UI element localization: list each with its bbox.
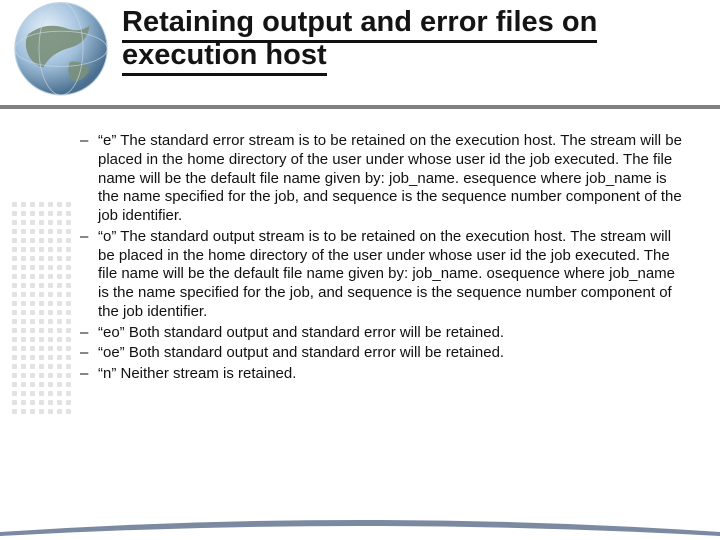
list-item: – “n” Neither stream is retained. [80,365,690,384]
decorative-grid [10,200,73,416]
slide-title: Retaining output and error files on exec… [122,6,700,73]
bullet-text: “oe” Both standard output and standard e… [98,344,690,363]
bullet-text: “n” Neither stream is retained. [98,365,690,384]
globe-icon [6,0,116,106]
bullet-dash: – [80,324,98,343]
bullet-dash: – [80,228,98,322]
list-item: – “eo” Both standard output and standard… [80,324,690,343]
bullet-list: – “e” The standard error stream is to be… [80,132,690,386]
bullet-text: “eo” Both standard output and standard e… [98,324,690,343]
bullet-dash: – [80,365,98,384]
list-item: – “oe” Both standard output and standard… [80,344,690,363]
list-item: – “o” The standard output stream is to b… [80,228,690,322]
bullet-dash: – [80,344,98,363]
bullet-text: “e” The standard error stream is to be r… [98,132,690,226]
footer-curve [0,514,720,540]
bullet-dash: – [80,132,98,226]
slide: Retaining output and error files on exec… [0,0,720,540]
divider-bar [0,105,720,109]
bullet-text: “o” The standard output stream is to be … [98,228,690,322]
title-text: Retaining output and error files on exec… [122,6,597,76]
list-item: – “e” The standard error stream is to be… [80,132,690,226]
